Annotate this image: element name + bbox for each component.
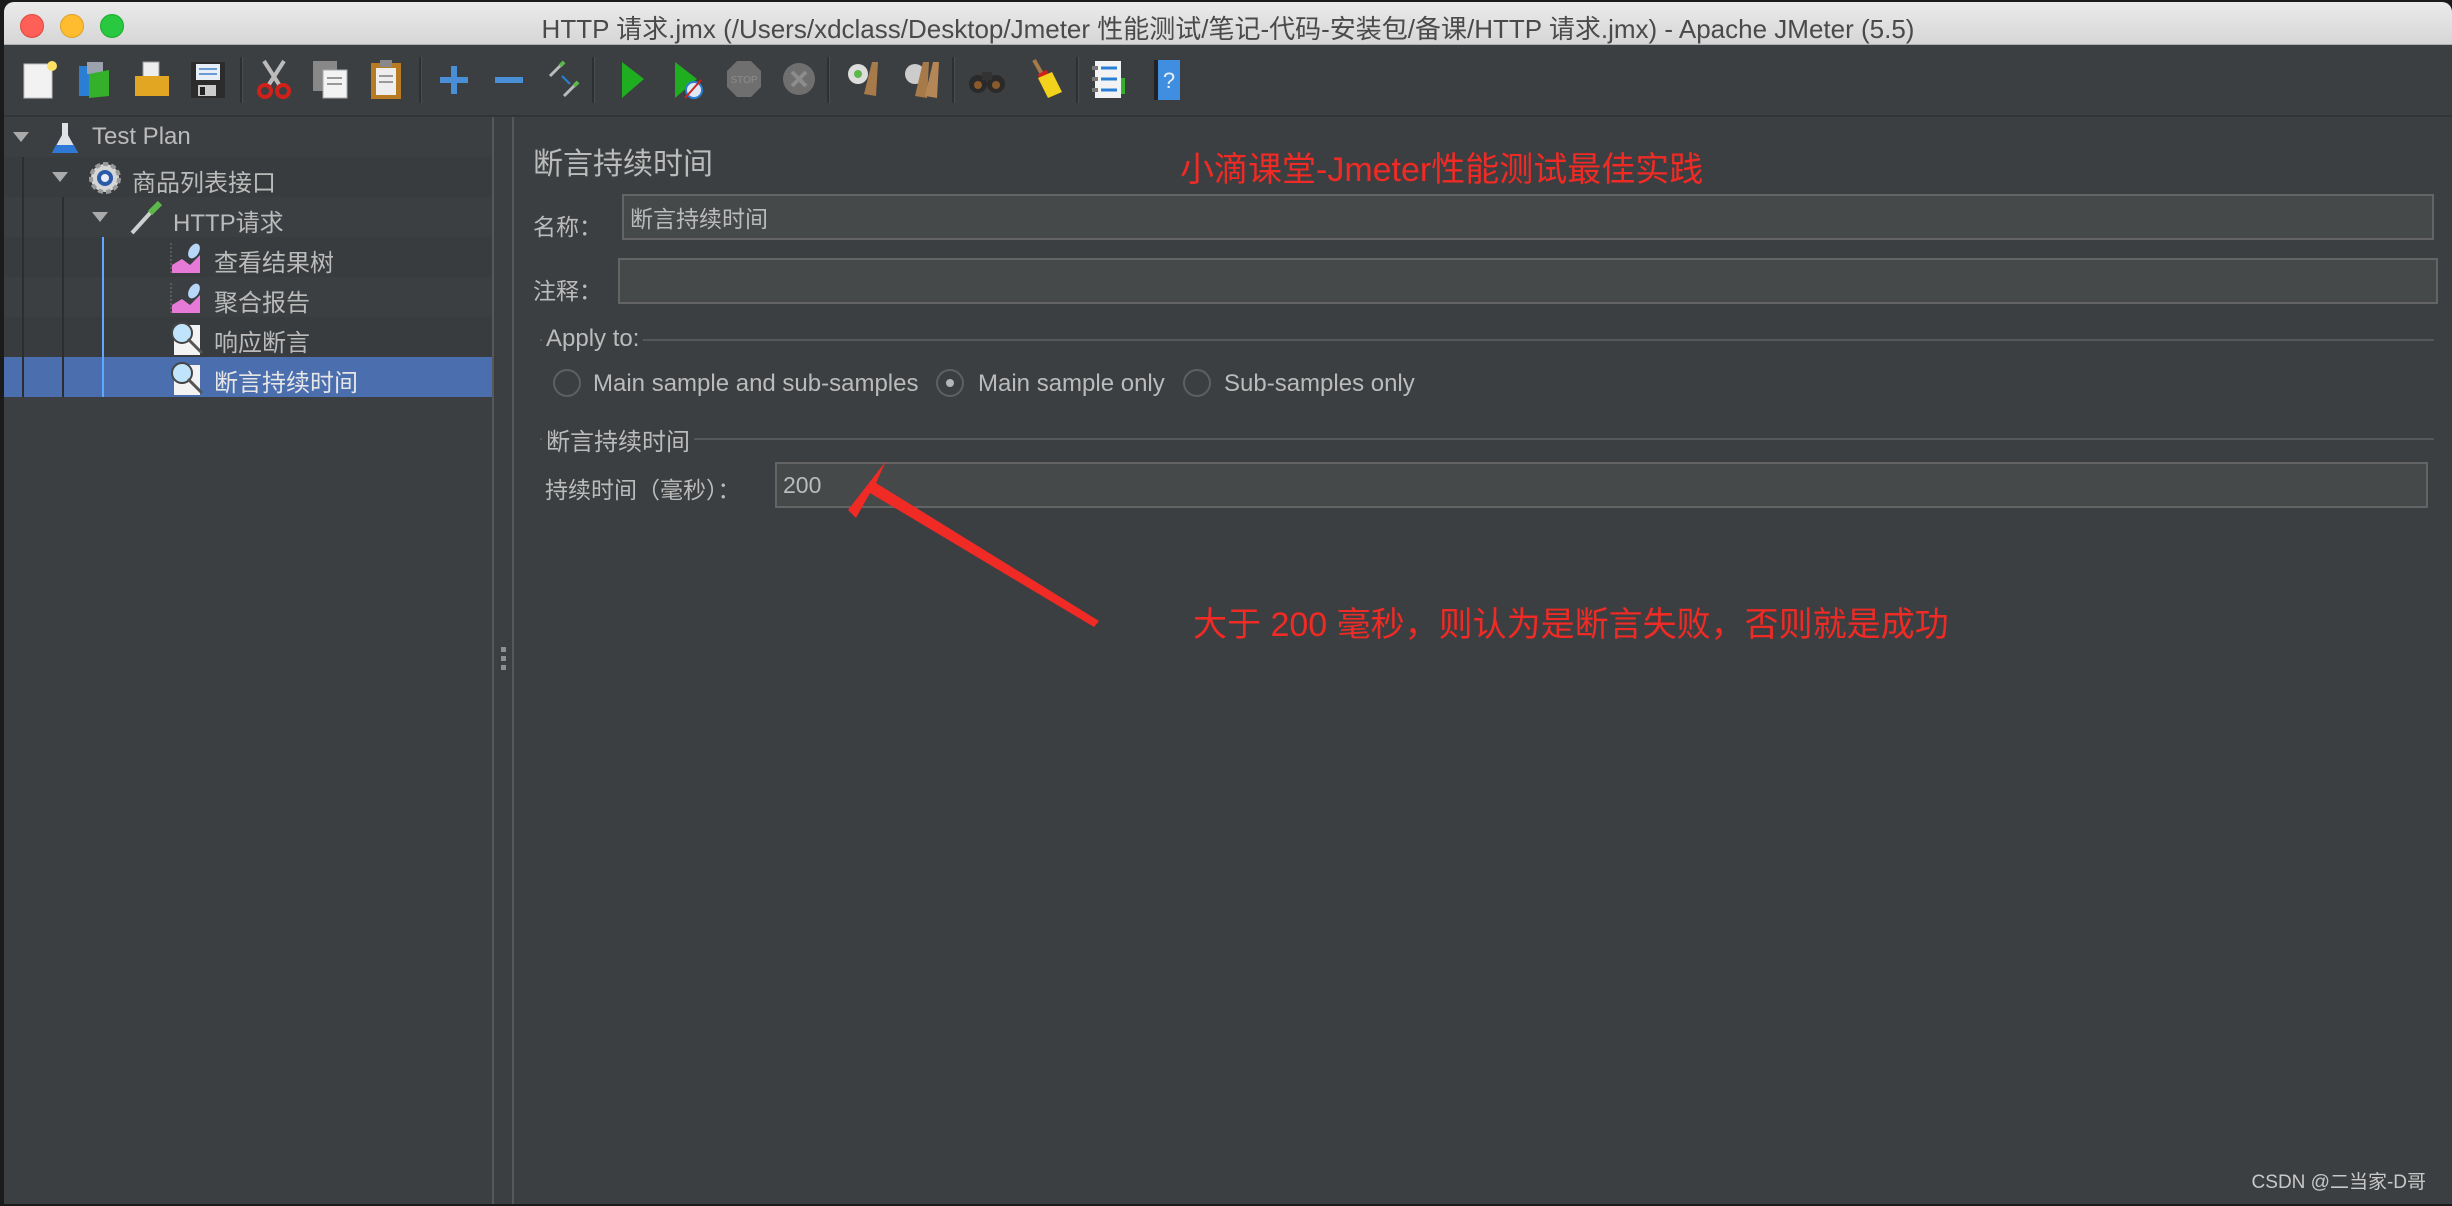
jmeter-window: HTTP 请求.jmx (/Users/xdclass/Desktop/Jmet…: [4, 2, 2452, 1204]
assertion-magnifier-icon: [170, 321, 204, 355]
tree-item-thread-group[interactable]: 商品列表接口: [4, 157, 492, 197]
save-button[interactable]: [186, 57, 230, 101]
toolbar-separator: [592, 57, 595, 103]
clear-broom-gear-icon: [848, 62, 878, 96]
toolbar: STOP ?: [4, 45, 2452, 117]
new-document-icon: [23, 61, 57, 99]
tree-item-http-request[interactable]: HTTP请求: [4, 197, 492, 237]
templates-button[interactable]: [73, 57, 117, 101]
sampler-pipette-icon: [128, 201, 162, 235]
tree-item-view-results-tree[interactable]: 查看结果树: [4, 237, 492, 277]
toggle-button[interactable]: [542, 57, 586, 101]
tree-item-duration-assertion[interactable]: 断言持续时间: [4, 357, 492, 397]
play-no-timer-icon: [675, 62, 703, 99]
templates-icon: [79, 62, 109, 98]
start-button[interactable]: [610, 57, 654, 101]
open-folder-icon: [135, 61, 169, 96]
help-button[interactable]: ?: [1144, 57, 1188, 101]
annotation-note: 大于 200 毫秒，则认为是断言失败，否则就是成功: [1193, 606, 1949, 644]
tree-guide-line: [62, 197, 64, 397]
broom-icon: [1032, 59, 1062, 98]
expand-toggle-icon[interactable]: [52, 172, 68, 182]
annotation-arrow-icon: [848, 461, 1099, 627]
panel-splitter[interactable]: [492, 117, 514, 1204]
listener-graph-icon: [170, 281, 204, 315]
help-book-icon: ?: [1154, 60, 1180, 100]
tree-guide-line-selected: [102, 237, 104, 397]
copy-button[interactable]: [308, 57, 352, 101]
tree-item-label: 响应断言: [214, 330, 310, 357]
toolbar-separator: [1076, 57, 1079, 103]
watermark: CSDN @二当家-D哥: [2251, 1172, 2426, 1193]
reset-search-button[interactable]: [1022, 57, 1066, 101]
collapse-all-button[interactable]: [487, 57, 531, 101]
clear-all-button[interactable]: [899, 57, 943, 101]
stop-button[interactable]: STOP: [722, 57, 766, 101]
start-no-pauses-button[interactable]: [665, 57, 709, 101]
shutdown-icon: [783, 63, 815, 95]
tree-item-aggregate-report[interactable]: 聚合报告: [4, 277, 492, 317]
tree-item-label: 商品列表接口: [132, 170, 276, 197]
expand-toggle-icon[interactable]: [92, 212, 108, 222]
toolbar-separator: [827, 57, 830, 103]
splitter-grip: [501, 647, 506, 652]
clear-button[interactable]: [842, 57, 886, 101]
stop-icon: STOP: [727, 61, 761, 97]
minus-icon: [495, 77, 523, 83]
function-helper-button[interactable]: [1087, 57, 1131, 101]
thread-group-gear-icon: [88, 161, 122, 195]
assertion-magnifier-icon: [170, 361, 204, 395]
toolbar-separator: [240, 57, 243, 103]
cut-button[interactable]: [252, 57, 296, 101]
tree-item-label: HTTP请求: [173, 210, 284, 237]
tree-item-label: 断言持续时间: [214, 370, 358, 397]
scissors-icon: [257, 59, 291, 99]
svg-text:?: ?: [1163, 68, 1175, 93]
tree-guide-line: [22, 157, 24, 397]
function-list-icon: [1092, 61, 1125, 98]
plus-icon: [440, 66, 468, 94]
listener-graph-icon: [170, 241, 204, 275]
test-plan-tree: Test Plan 商品列表接口 HTTP请求 查看结果树 聚合报告 响应断言 …: [4, 117, 492, 1204]
tree-item-label: 聚合报告: [214, 290, 310, 317]
open-button[interactable]: [130, 57, 174, 101]
title-bar: HTTP 请求.jmx (/Users/xdclass/Desktop/Jmet…: [4, 2, 2452, 45]
expand-all-button[interactable]: [432, 57, 476, 101]
paste-clipboard-icon: [371, 60, 401, 99]
play-icon: [622, 62, 644, 98]
shutdown-button[interactable]: [777, 57, 821, 101]
save-disk-icon: [191, 62, 225, 98]
copy-icon: [313, 61, 348, 99]
tree-item-label: 查看结果树: [214, 250, 334, 277]
new-button[interactable]: [17, 57, 61, 101]
tree-item-response-assertion[interactable]: 响应断言: [4, 317, 492, 357]
toolbar-separator: [952, 57, 955, 103]
splitter-grip: [501, 656, 506, 661]
toggle-pipette-icon: [548, 60, 580, 98]
splitter-grip: [501, 665, 506, 670]
binoculars-icon: [969, 72, 1005, 93]
tree-item-test-plan[interactable]: Test Plan: [4, 117, 492, 157]
svg-text:STOP: STOP: [730, 75, 757, 86]
clear-all-broom-icon: [905, 62, 939, 98]
tree-item-label: Test Plan: [92, 123, 191, 150]
flask-icon: [48, 121, 82, 155]
paste-button[interactable]: [364, 57, 408, 101]
window-title: HTTP 请求.jmx (/Users/xdclass/Desktop/Jmet…: [541, 14, 1915, 44]
search-button[interactable]: [965, 57, 1009, 101]
duration-assertion-editor: 断言持续时间 小滴课堂-Jmeter性能测试最佳实践 名称： 注释： Apply…: [514, 117, 2452, 1204]
toolbar-separator: [419, 57, 422, 103]
expand-toggle-icon[interactable]: [13, 132, 29, 142]
